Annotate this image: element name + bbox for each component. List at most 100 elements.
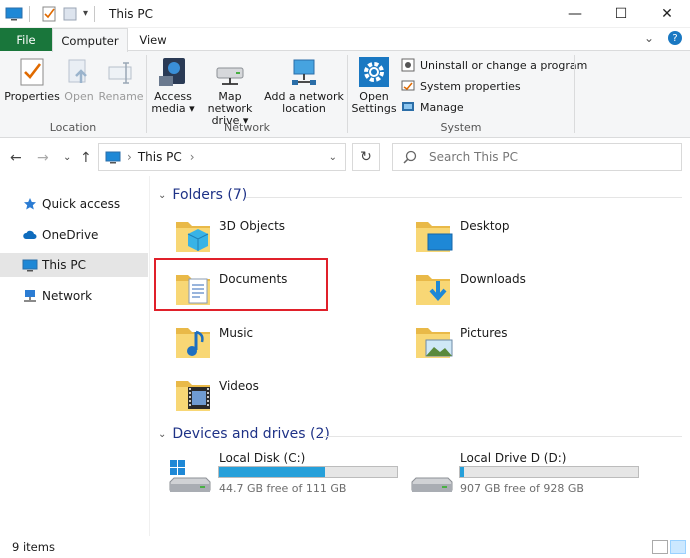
- nav-item-this-pc[interactable]: This PC: [0, 253, 148, 277]
- folder-label-videos[interactable]: Videos: [219, 379, 259, 393]
- nav-label: This PC: [42, 258, 86, 272]
- tab-file[interactable]: File: [0, 28, 52, 51]
- open-settings-button[interactable]: Open Settings: [351, 55, 397, 115]
- folder-3d-objects-icon[interactable]: [172, 212, 216, 256]
- folder-label-downloads[interactable]: Downloads: [460, 272, 526, 286]
- windows-drive-icon[interactable]: [166, 458, 212, 496]
- recent-locations-button[interactable]: ⌄: [63, 152, 71, 163]
- properties-icon: [15, 55, 49, 89]
- nav-label: Quick access: [42, 197, 121, 211]
- nav-item-onedrive[interactable]: OneDrive: [0, 223, 148, 247]
- chevron-down-icon: ▾: [83, 8, 89, 19]
- title-bar: ▾ This PC — ☐ ✕: [0, 0, 690, 28]
- breadcrumb[interactable]: This PC: [138, 150, 182, 164]
- open-icon: [62, 55, 96, 89]
- item-count: 9 items: [12, 540, 55, 554]
- navigation-pane: Quick access OneDrive This PC Network: [0, 176, 150, 536]
- system-properties-button[interactable]: System properties: [400, 77, 521, 95]
- customize-toolbar-icon[interactable]: ▾: [83, 4, 88, 24]
- search-box[interactable]: Search This PC: [392, 143, 682, 171]
- properties-button[interactable]: Properties: [4, 55, 60, 103]
- drives-header-label: Devices and drives (2): [172, 426, 330, 442]
- section-divider: [318, 436, 682, 437]
- folder-label-3d-objects[interactable]: 3D Objects: [219, 219, 285, 233]
- drive-free-space-c: 44.7 GB free of 111 GB: [219, 482, 347, 495]
- folder-desktop-icon[interactable]: [412, 212, 456, 256]
- nav-item-network[interactable]: Network: [0, 284, 148, 308]
- group-label-location: Location: [49, 121, 97, 134]
- help-button[interactable]: ?: [668, 31, 682, 45]
- new-folder-quick-icon[interactable]: [62, 4, 78, 24]
- tab-computer[interactable]: Computer: [52, 28, 128, 52]
- minimize-button[interactable]: —: [552, 0, 598, 28]
- this-pc-icon: [105, 151, 121, 164]
- manage-button[interactable]: Manage: [400, 98, 464, 116]
- collapse-ribbon-button[interactable]: ⌄: [644, 31, 654, 45]
- manage-label: Manage: [420, 100, 464, 114]
- cloud-icon: [22, 227, 38, 243]
- search-icon: [403, 150, 417, 164]
- system-properties-label: System properties: [420, 79, 521, 93]
- breadcrumb-chevron[interactable]: ›: [190, 150, 195, 164]
- folder-videos-icon[interactable]: [172, 371, 216, 415]
- uninstall-program-button[interactable]: Uninstall or change a program: [400, 56, 587, 74]
- details-view-button[interactable]: [652, 540, 668, 554]
- access-media-label-2: media ▾: [151, 102, 195, 115]
- tab-view[interactable]: View: [128, 28, 178, 51]
- refresh-button[interactable]: ↻: [352, 143, 380, 171]
- rename-button[interactable]: Rename: [98, 55, 144, 103]
- window-title: This PC: [109, 6, 153, 21]
- ribbon: Properties Open Rename Location Access m…: [0, 51, 690, 138]
- close-button[interactable]: ✕: [644, 0, 690, 28]
- maximize-button[interactable]: ☐: [598, 0, 644, 28]
- drive-usage-bar-d: [459, 466, 639, 478]
- group-divider: [574, 55, 575, 133]
- computer-icon[interactable]: [5, 4, 23, 24]
- search-input[interactable]: Search This PC: [429, 150, 518, 164]
- group-label-network: Network: [224, 121, 270, 134]
- address-dropdown-button[interactable]: ⌄: [329, 152, 337, 163]
- forward-button[interactable]: →: [37, 150, 49, 166]
- properties-quick-icon[interactable]: [41, 4, 57, 24]
- nav-item-quick-access[interactable]: Quick access: [0, 192, 148, 216]
- tiles-view-button[interactable]: [670, 540, 686, 554]
- ribbon-right-controls: ⌄ ?: [644, 31, 682, 45]
- chevron-down-icon: ⌄: [158, 428, 167, 440]
- drive-usage-bar-c: [218, 466, 398, 478]
- access-media-button[interactable]: Access media ▾: [150, 55, 196, 115]
- drive-usage-fill-c: [219, 467, 326, 477]
- folder-label-desktop[interactable]: Desktop: [460, 219, 510, 233]
- uninstall-label: Uninstall or change a program: [420, 58, 588, 72]
- drive-free-space-d: 907 GB free of 928 GB: [460, 482, 584, 495]
- folders-section-header[interactable]: ⌄ Folders (7): [158, 187, 247, 203]
- uninstall-icon: [400, 57, 416, 73]
- status-bar: 9 items: [0, 536, 690, 558]
- navigation-bar: ← → ⌄ ↑ › This PC › ⌄ ↻ Search This PC: [0, 138, 690, 176]
- open-button[interactable]: Open: [60, 55, 98, 103]
- open-label: Open: [64, 90, 94, 103]
- folder-label-music[interactable]: Music: [219, 326, 253, 340]
- address-bar[interactable]: › This PC › ⌄: [98, 143, 346, 171]
- group-divider: [146, 55, 147, 133]
- back-button[interactable]: ←: [10, 150, 22, 166]
- breadcrumb-chevron[interactable]: ›: [127, 150, 132, 164]
- folder-label-pictures[interactable]: Pictures: [460, 326, 508, 340]
- up-button[interactable]: ↑: [80, 150, 92, 166]
- settings-gear-icon: [357, 55, 391, 89]
- folder-pictures-icon[interactable]: [412, 318, 456, 362]
- computer-icon: [22, 257, 38, 273]
- drives-section-header[interactable]: ⌄ Devices and drives (2): [158, 426, 330, 442]
- group-label-system: System: [440, 121, 482, 134]
- drive-label-c[interactable]: Local Disk (C:): [219, 451, 305, 465]
- pane-divider[interactable]: [149, 176, 150, 536]
- section-divider: [246, 197, 682, 198]
- hard-drive-icon[interactable]: [408, 458, 454, 496]
- folder-downloads-icon[interactable]: [412, 265, 456, 309]
- folder-music-icon[interactable]: [172, 318, 216, 362]
- drive-label-d[interactable]: Local Drive D (D:): [460, 451, 566, 465]
- map-network-drive-button[interactable]: Map network drive ▾: [196, 55, 264, 127]
- manage-icon: [400, 99, 416, 115]
- open-settings-label-2: Settings: [351, 102, 397, 115]
- add-network-location-button[interactable]: Add a network location: [264, 55, 344, 115]
- rename-label: Rename: [98, 90, 144, 103]
